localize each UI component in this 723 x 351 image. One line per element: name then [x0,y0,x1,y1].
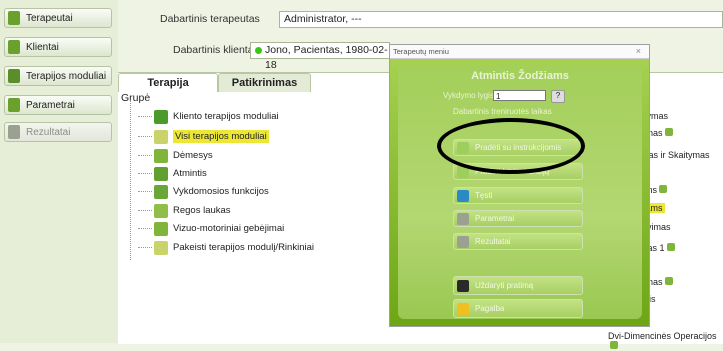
module-icon [154,184,168,199]
tree-item-label: Kliento terapijos moduliai [173,111,279,122]
tree-item-label: Vykdomosios funkcijos [173,186,269,197]
check-icon [666,243,675,251]
nav-label: Klientai [26,41,59,53]
client-label: Dabartinis klientas [173,44,259,56]
tree-dash [138,228,152,229]
annotation-oval [437,118,585,174]
button-label: Uždaryti pratimą [475,281,534,290]
results-icon [8,125,20,139]
therapist-label: Dabartinis terapeutas [160,13,260,25]
client-field[interactable]: Jono, Pacientas, 1980-02-18 [250,42,390,71]
exercise-title: Atmintis Žodžiams [471,70,569,82]
tree-item[interactable]: Pakeisti terapijos modulį/Rinkiniai [138,239,314,256]
parameters-button[interactable]: Parametrai [453,210,583,227]
parameters-icon [457,212,469,225]
client-value: Jono, Pacientas, 1980-02-18 [265,44,388,71]
button-label: Tęsti [475,191,493,200]
nav-clients-button[interactable]: Klientai [4,37,112,57]
close-icon[interactable]: × [636,45,641,58]
close-exercise-button[interactable]: Uždaryti pratimą [453,276,583,295]
right-item-label: Dvi-Dimencinės Operacijos [608,331,717,341]
tree-item-label: Regos laukas [173,205,231,216]
tab-experience[interactable]: Patikrinimas [218,73,311,92]
tree-dash [138,173,152,174]
module-icon [154,109,168,124]
nav-results-button[interactable]: Rezultatai [4,122,112,142]
tree-item[interactable]: Regos laukas [138,202,231,219]
tree-dash [138,247,152,248]
check-icon [659,185,668,193]
nav-label: Terapeutai [26,12,73,24]
module-icon [154,166,168,181]
therapist-menu-dialog: Terapeutų meniu × Atmintis Žodžiams Vykd… [389,44,650,327]
tree-dash [138,116,152,117]
button-label: Pagalba [475,304,505,313]
status-dot-icon [255,47,262,54]
button-label: Parametrai [475,214,515,223]
tree-item-label: Dėmesys [173,150,213,161]
modules-icon [8,69,20,83]
module-icon [154,221,168,236]
training-time-label: Dabartinis treniruotės laikas [453,107,552,116]
module-icon [154,129,168,144]
module-icon [154,240,168,255]
fast-forward-icon [457,189,469,202]
tree-item[interactable]: Kliento terapijos moduliai [138,108,279,125]
level-label: Vykdymo lygis [443,91,494,100]
tree-item[interactable]: Vykdomosios funkcijos [138,183,269,200]
nav-label: Parametrai [26,99,75,111]
continue-button[interactable]: Tęsti [453,187,583,204]
tree-item-label: Pakeisti terapijos modulį/Rinkiniai [173,242,314,253]
parameters-icon [8,98,20,112]
nav-label: Terapijos moduliai [26,70,107,82]
question-icon [457,302,469,315]
tab-therapy[interactable]: Terapija [118,73,218,92]
tree-dash [138,210,152,211]
tree-dash [138,191,152,192]
button-label: Rezultatai [475,237,511,246]
therapist-icon [8,11,20,25]
tree-item[interactable]: Visi terapijos moduliai [138,128,269,145]
nav-parameters-button[interactable]: Parametrai [4,95,112,115]
module-icon [154,203,168,218]
dialog-body: Atmintis Žodžiams Vykdymo lygis 1 ? Daba… [398,65,642,319]
tree-dash [138,136,152,137]
dialog-title: Terapeutų meniu [393,47,449,56]
tree-item[interactable]: Vizuo-motoriniai gebėjimai [138,220,284,237]
results-button[interactable]: Rezultatai [453,233,583,250]
dialog-titlebar: Terapeutų meniu × [390,45,649,59]
tree-item[interactable]: Atmintis [138,165,207,182]
nav-label: Rezultatai [26,126,71,138]
level-stepper[interactable]: 1 [493,90,546,101]
exit-icon [457,279,469,292]
tree-item[interactable]: Dėmesys [138,147,213,164]
tree-item-label: Visi terapijos moduliai [173,130,269,143]
question-icon [8,40,20,54]
therapist-field[interactable]: Administrator, --- [279,11,723,28]
level-value: 1 [496,92,501,101]
help-icon[interactable]: ? [551,90,565,103]
tree-item-label: Vizuo-motoriniai gebėjimai [173,223,285,234]
check-icon [664,128,673,136]
check-icon [610,341,618,349]
results-icon [457,235,469,248]
tree-dash [138,155,152,156]
right-list-item[interactable]: Dvi-Dimencinės Operacijos [608,331,723,351]
tree-item-label: Atmintis [173,168,207,179]
sidebar: Terapeutai Klientai Terapijos moduliai P… [0,0,118,343]
nav-modules-button[interactable]: Terapijos moduliai [4,66,112,86]
check-icon [664,277,673,285]
nav-therapists-button[interactable]: Terapeutai [4,8,112,28]
module-icon [154,148,168,163]
help-button[interactable]: Pagalba [453,299,583,318]
